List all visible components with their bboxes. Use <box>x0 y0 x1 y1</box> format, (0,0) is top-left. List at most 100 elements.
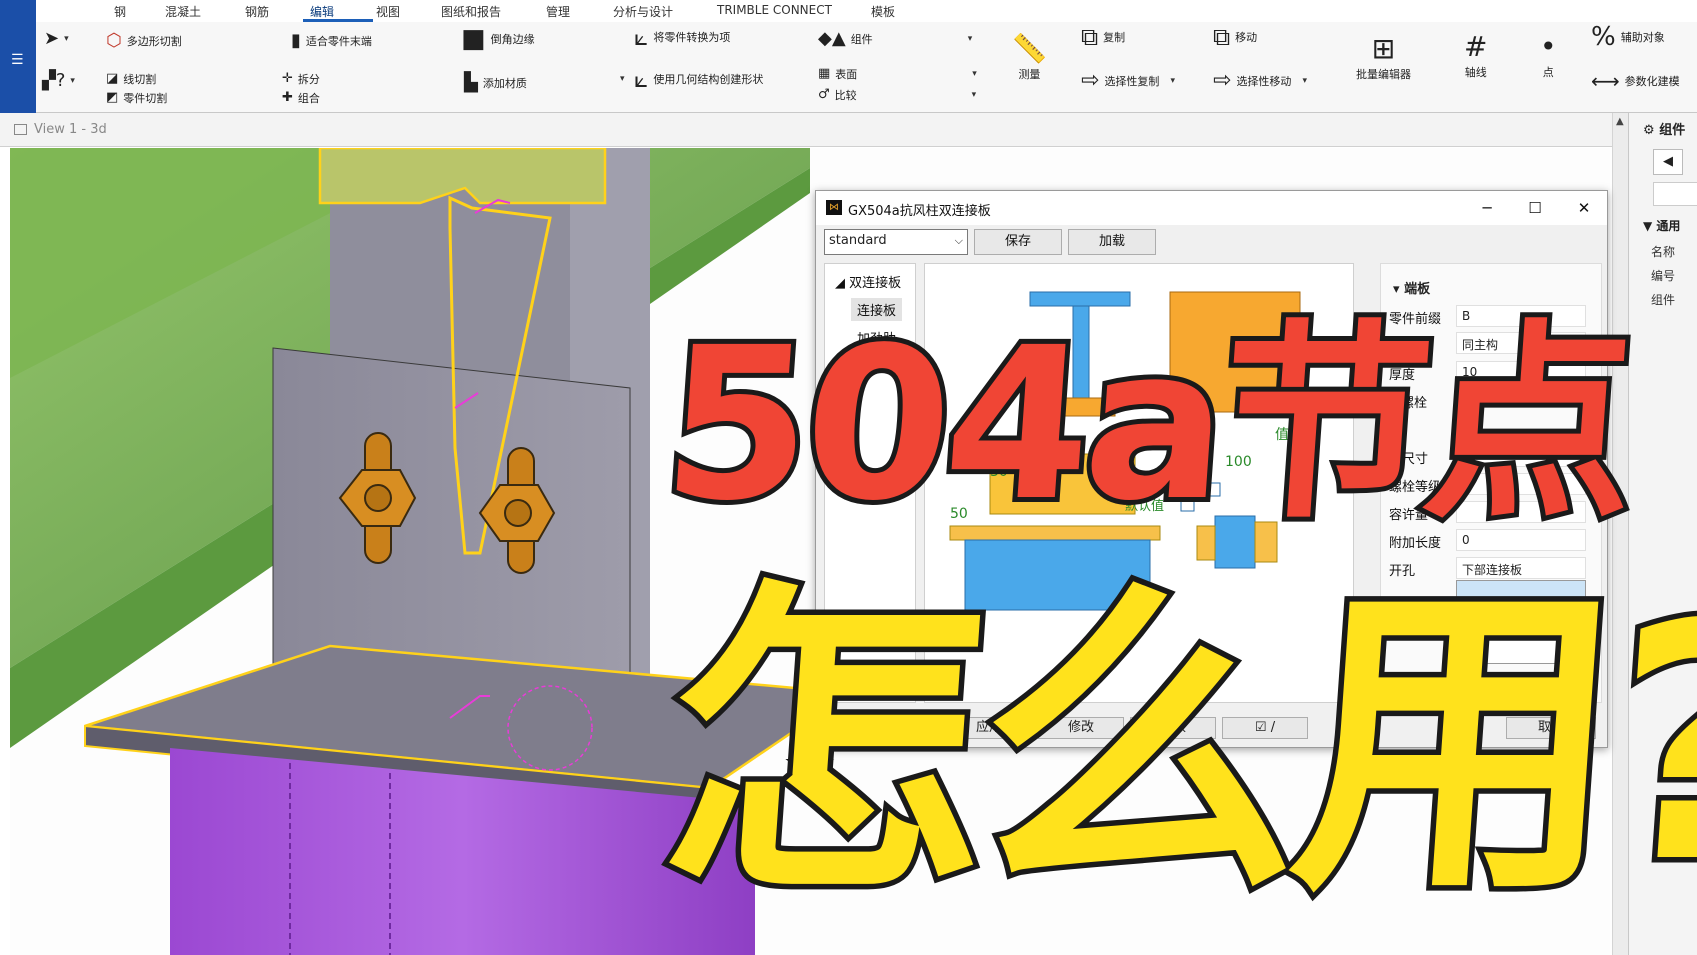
parametric-model-button[interactable]: ⟷ 参数化建模 <box>1591 71 1680 91</box>
ruler-icon: 📏 <box>1012 32 1047 65</box>
preset-select[interactable]: standard ⌵ <box>824 229 968 255</box>
cancel-button[interactable]: 取消 <box>1506 717 1596 739</box>
menu-tab-analysis[interactable]: 分析与设计 <box>613 3 673 20</box>
diagram-bolt-nut <box>1254 521 1278 563</box>
diagram-orange-plate <box>1059 397 1116 417</box>
prop-input-extra-length[interactable]: 0 <box>1456 529 1586 551</box>
diagram-checkbox <box>1180 497 1195 512</box>
point-button[interactable]: • 点 <box>1540 30 1557 80</box>
selective-move-button[interactable]: ⇨ 选择性移动 ▾ <box>1213 70 1307 92</box>
load-button[interactable]: 加载 <box>1068 229 1156 255</box>
tekla-app-icon: ⋈ <box>826 200 842 215</box>
surface-button[interactable]: ▦ 表面 ▾ <box>818 65 977 83</box>
dropdown-option[interactable]: 部连接板 <box>1461 625 1509 642</box>
modify-button[interactable]: 修改 <box>1038 717 1124 739</box>
query-tool-button[interactable]: ▞? ▾ <box>42 72 75 90</box>
selective-copy-button[interactable]: ⇨ 选择性复制 ▾ <box>1081 70 1175 92</box>
side-panel-row-number: 编号 <box>1651 269 1676 283</box>
line-cut-button[interactable]: ◪ 线切割 <box>106 70 156 88</box>
triangle-left-icon: ◀ <box>1663 154 1673 169</box>
helper-object-icon: % <box>1591 22 1616 52</box>
fit-part-end-button[interactable]: ▮ 适合零件末端 <box>291 32 372 50</box>
add-material-button[interactable]: ▙ 添加材质 <box>464 74 527 92</box>
menu-tab-manage[interactable]: 管理 <box>546 3 570 20</box>
close-button[interactable]: ✕ <box>1561 195 1607 221</box>
toggle-check-button[interactable]: ☑ / <box>1222 717 1308 739</box>
tree-node-root[interactable]: ◢ 双连接板 <box>835 272 901 291</box>
menu-tab-trimble-connect[interactable]: TRIMBLE CONNECT <box>717 3 832 17</box>
part-cut-button[interactable]: ◩ 零件切割 <box>106 89 167 107</box>
chamfer-edge-button[interactable]: ■ 倒角边缘 <box>461 26 535 52</box>
save-button[interactable]: 保存 <box>974 229 1062 255</box>
copy-button[interactable]: ⧉ 复制 <box>1081 23 1125 51</box>
minimize-button[interactable]: ─ <box>1464 195 1510 221</box>
ok-button-partial[interactable] <box>920 717 938 739</box>
prop-label-build: 建 <box>1389 424 1403 439</box>
prop-input-prefix[interactable]: B <box>1456 305 1586 327</box>
dropdown-arrow-1[interactable]: ▾ <box>620 74 625 84</box>
prop-input-material[interactable]: 同主构 <box>1456 332 1586 354</box>
bulk-editor-button[interactable]: ⊞ 批量编辑器 <box>1356 32 1411 82</box>
helper-object-button[interactable]: % 辅助对象 <box>1591 22 1665 52</box>
side-panel-back-button[interactable]: ◀ <box>1653 149 1683 175</box>
prop-input-tolerance[interactable] <box>1456 501 1586 523</box>
props-section-end-plate[interactable]: ▾ 端板 <box>1393 278 1430 297</box>
tree-node-plate[interactable]: 连接板 <box>851 298 903 321</box>
menu-bar: 钢 混凝土 钢筋 编辑 视图 图纸和报告 管理 分析与设计 TRIMBLE CO… <box>0 0 1697 22</box>
prop-select-opening[interactable]: 下部连接板 <box>1456 557 1586 579</box>
convert-part-button[interactable]: ⟀ 将零件转换为项 <box>634 25 730 49</box>
default-value-label: 默认值 <box>1125 498 1164 514</box>
dim-50-label: 50 <box>950 506 968 522</box>
apply-button[interactable]: 应用 <box>946 717 1032 739</box>
hamburger-icon[interactable]: ☰ <box>11 52 24 68</box>
add-material-icon: ▙ <box>464 72 478 93</box>
prop-input-bolt-size[interactable] <box>1456 445 1586 467</box>
select-tool-button[interactable]: ➤ ▾ <box>44 30 69 48</box>
side-panel-section[interactable]: ▼ 通用 <box>1643 217 1680 234</box>
opening-dropdown-list[interactable]: 部连接板 部连接板 者 <box>1456 580 1586 664</box>
maximize-button[interactable]: ☐ <box>1512 195 1558 221</box>
diagram-orange-box <box>1169 291 1301 413</box>
get-button[interactable]: 获取 <box>1130 717 1216 739</box>
menu-tab-templates[interactable]: 模板 <box>871 3 895 20</box>
scroll-up-icon[interactable]: ▲ <box>1616 116 1624 127</box>
prop-label-tolerance: 容许量 <box>1389 508 1429 523</box>
prop-input-bolt-grade[interactable] <box>1456 473 1586 495</box>
combine-button[interactable]: ✚ 组合 <box>282 89 320 107</box>
create-shape-button[interactable]: ⟀ 使用几何结构创建形状 <box>634 67 763 91</box>
side-panel-search-input[interactable] <box>1653 182 1697 206</box>
dropdown-option[interactable]: 者 <box>1461 645 1473 662</box>
polygon-cut-icon: ⬡ <box>106 30 122 51</box>
diagram-beam-web <box>1072 305 1090 399</box>
copy-icon: ⧉ <box>1081 23 1099 51</box>
side-panel-title: ⚙ 组件 <box>1643 123 1686 138</box>
polygon-cut-button[interactable]: ⬡ 多边形切割 <box>106 32 182 50</box>
menu-tab-rebar[interactable]: 钢筋 <box>245 3 269 20</box>
dropdown-option[interactable]: 部连接板 <box>1461 603 1509 620</box>
side-panel-row-component: 组件 <box>1651 293 1676 307</box>
move-button[interactable]: ⧉ 移动 <box>1213 25 1257 49</box>
grid-button[interactable]: # 轴线 <box>1464 30 1487 80</box>
diagram-bolt-nut <box>1196 525 1216 561</box>
menu-tab-edit[interactable]: 编辑 <box>310 3 334 20</box>
dialog-properties: ▾ 端板 零件前缀 B 同主构 厚度 10 螺栓 建 栓尺寸 螺栓等级 容许量 … <box>1380 263 1602 703</box>
menu-tab-view[interactable]: 视图 <box>376 3 400 20</box>
split-button[interactable]: ✛ 拆分 <box>282 70 320 88</box>
prop-label-thickness: 厚度 <box>1389 368 1416 383</box>
prop-label-extra-length: 附加长度 <box>1389 536 1442 551</box>
tree-node-stiffener[interactable]: 加劲肋 <box>857 328 896 347</box>
dropdown-option-highlighted[interactable] <box>1457 581 1585 599</box>
dialog-titlebar[interactable]: ⋈ GX504a抗风柱双连接板 ─ ☐ ✕ <box>816 191 1607 225</box>
menu-tab-drawings[interactable]: 图纸和报告 <box>441 3 501 20</box>
app-menu-strip[interactable]: ☰ <box>0 0 36 113</box>
component-icon: ◆▲ <box>818 28 846 49</box>
prop-input-thickness[interactable]: 10 <box>1456 361 1586 383</box>
dialog-tree: ◢ 双连接板 连接板 加劲肋 <box>824 263 916 703</box>
component-button[interactable]: ◆▲ 组件 ▾ <box>818 30 972 48</box>
viewport-scrollbar[interactable]: ▲ <box>1612 113 1628 955</box>
menu-tab-concrete[interactable]: 混凝土 <box>165 3 201 20</box>
measure-button[interactable]: 📏 测量 <box>1012 32 1047 82</box>
menu-tab-steel[interactable]: 钢 <box>114 3 126 20</box>
compare-button[interactable]: ♂ 比较 ▾ <box>818 86 976 104</box>
dim-30-label: 30 <box>990 464 1008 480</box>
